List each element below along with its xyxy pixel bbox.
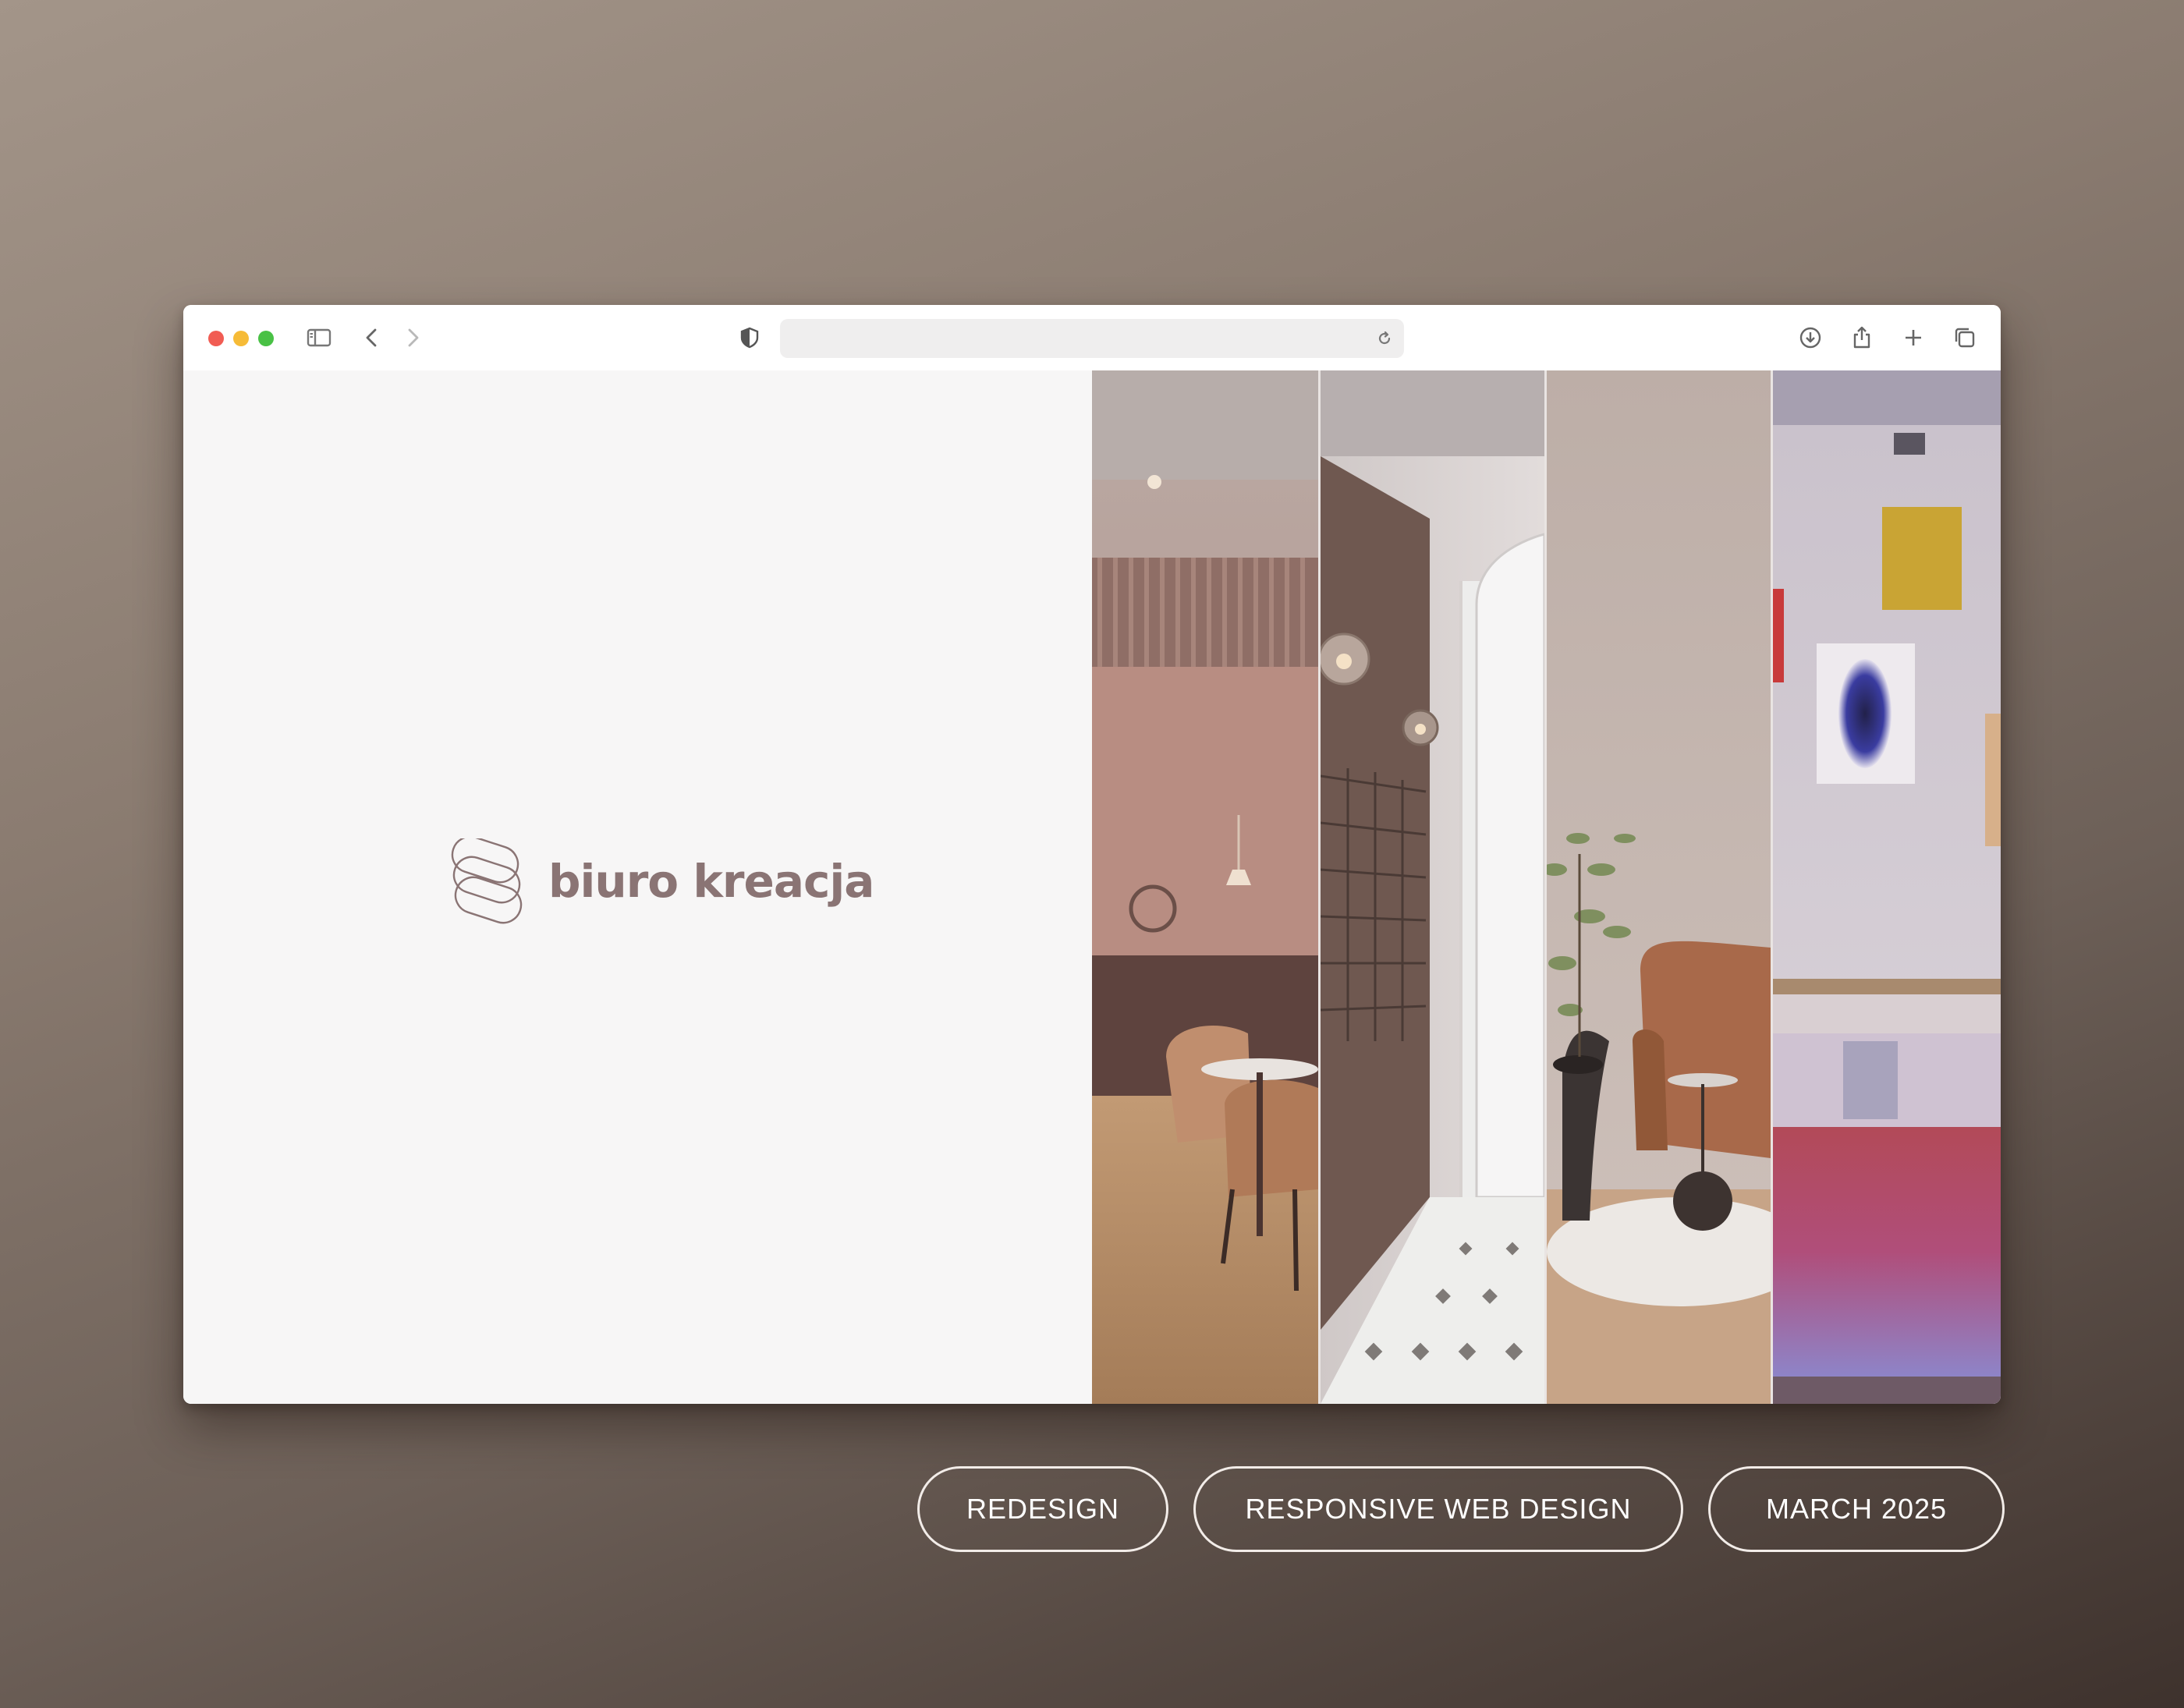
browser-window: biuro kreacja [183, 305, 2001, 1404]
brand-logo[interactable]: biuro kreacja [448, 838, 874, 924]
tag-redesign: REDESIGN [917, 1466, 1168, 1552]
gallery-image-art-gallery-reception[interactable] [1773, 370, 2001, 1404]
tag-label: MARCH 2025 [1765, 1493, 1948, 1525]
hero-left-pane: biuro kreacja [183, 370, 1092, 1404]
web-page: biuro kreacja [183, 370, 2001, 1404]
sidebar-icon[interactable] [303, 322, 335, 353]
tag-label: REDESIGN [966, 1493, 1120, 1525]
logo-text: biuro kreacja [548, 855, 874, 908]
zoom-window-button[interactable] [258, 331, 274, 346]
gallery-image-mailbox-hallway[interactable] [1321, 370, 1544, 1404]
close-window-button[interactable] [208, 331, 224, 346]
tag-label: RESPONSIVE WEB DESIGN [1245, 1493, 1632, 1525]
reload-icon[interactable] [1371, 325, 1398, 352]
gallery-image-lounge-armchair[interactable] [1547, 370, 1771, 1404]
tag-responsive-web-design: RESPONSIVE WEB DESIGN [1193, 1466, 1683, 1552]
tabs-overview-icon[interactable] [1949, 322, 1980, 353]
tag-date: MARCH 2025 [1708, 1466, 2005, 1552]
address-bar[interactable] [780, 319, 1404, 358]
browser-toolbar [183, 305, 2001, 371]
download-icon[interactable] [1795, 322, 1826, 353]
forward-icon[interactable] [397, 322, 428, 353]
share-icon[interactable] [1846, 322, 1877, 353]
gallery-image-cafe-interior[interactable] [1092, 370, 1318, 1404]
shield-icon[interactable] [734, 322, 765, 353]
minimize-window-button[interactable] [233, 331, 249, 346]
new-tab-icon[interactable] [1898, 322, 1929, 353]
back-icon[interactable] [356, 322, 388, 353]
logo-mark-icon [451, 838, 523, 924]
